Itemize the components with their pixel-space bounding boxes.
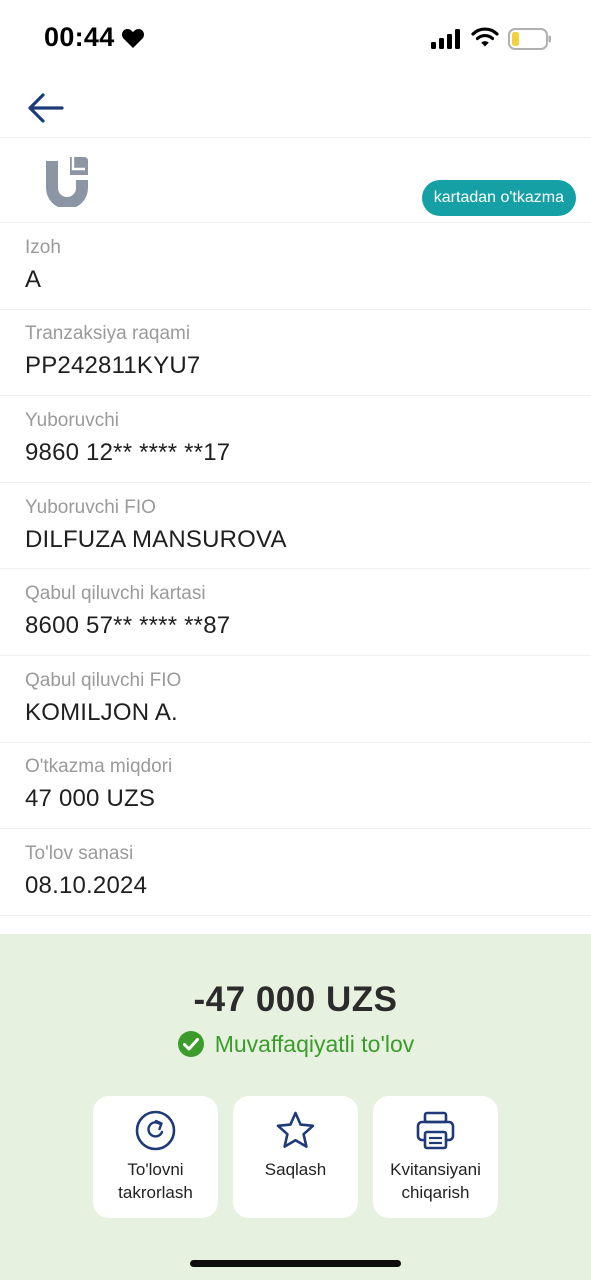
header — [0, 78, 591, 138]
wifi-icon — [471, 27, 499, 47]
detail-row-comment: Izoh A — [0, 223, 591, 310]
detail-row-sender-name: Yuboruvchi FIO DILFUZA MANSUROVA — [0, 483, 591, 570]
arrow-left-icon — [28, 93, 64, 123]
detail-row-receiver-name: Qabul qiluvchi FIO KOMILJON A. — [0, 656, 591, 743]
payment-status-text: Muvaffaqiyatli to'lov — [214, 1030, 415, 1057]
uzcard-logo-icon — [46, 157, 88, 207]
action-label: Kvitansiyani chiqarish — [390, 1160, 481, 1202]
printer-icon — [416, 1111, 455, 1150]
star-icon — [276, 1111, 315, 1148]
detail-label: O'tkazma miqdori — [25, 756, 173, 778]
battery-icon — [508, 28, 551, 50]
action-label: Saqlash — [264, 1160, 327, 1179]
detail-label: Yuboruvchi — [25, 409, 120, 431]
status-time-wrap: 00:44 — [44, 22, 145, 53]
detail-value: 9860 12** **** **17 — [25, 438, 231, 466]
heart-icon — [121, 28, 144, 48]
detail-label: To'lov sanasi — [25, 842, 134, 864]
print-receipt-button[interactable]: Kvitansiyani chiqarish — [373, 1096, 498, 1218]
detail-value: 08.10.2024 — [25, 871, 148, 899]
detail-value: KOMILJON A. — [25, 698, 178, 726]
detail-value: PP242811KYU7 — [25, 352, 201, 380]
check-circle-icon — [177, 1031, 204, 1057]
status-bar: 00:44 — [0, 0, 591, 78]
detail-value: A — [25, 265, 42, 293]
detail-label: Qabul qiluvchi FIO — [25, 669, 182, 691]
detail-row-transaction-id: Tranzaksiya raqami PP242811KYU7 — [0, 310, 591, 397]
detail-row-date: To'lov sanasi 08.10.2024 — [0, 829, 591, 916]
transfer-type-row: kartadan o'tkazma — [0, 139, 591, 223]
save-button[interactable]: Saqlash — [233, 1096, 358, 1218]
detail-row-sender-card: Yuboruvchi 9860 12** **** **17 — [0, 396, 591, 483]
actions-row: To'lovni takrorlash Saqlash Kvitansiyani… — [93, 1096, 499, 1218]
transfer-details-screen: 00:44 kartadan o'tkazma Izoh A Tranzaksi… — [0, 0, 591, 1280]
detail-label: Tranzaksiya raqami — [25, 323, 191, 345]
detail-label: Yuboruvchi FIO — [25, 496, 156, 518]
detail-value: DILFUZA MANSUROVA — [25, 525, 287, 553]
back-button[interactable] — [22, 84, 70, 132]
detail-row-receiver-card: Qabul qiluvchi kartasi 8600 57** **** **… — [0, 569, 591, 656]
repeat-payment-button[interactable]: To'lovni takrorlash — [93, 1096, 218, 1218]
detail-row-amount: O'tkazma miqdori 47 000 UZS — [0, 743, 591, 830]
action-label: To'lovni takrorlash — [118, 1160, 193, 1202]
detail-value: 47 000 UZS — [25, 785, 156, 813]
payment-summary: -47 000 UZS Muvaffaqiyatli to'lov To'lov… — [0, 934, 591, 1280]
detail-value: 8600 57** **** **87 — [25, 612, 231, 640]
home-indicator — [190, 1260, 401, 1267]
signal-icon — [431, 29, 460, 49]
detail-label: Izoh — [25, 236, 61, 258]
details-list: Izoh A Tranzaksiya raqami PP242811KYU7 Y… — [0, 223, 591, 916]
detail-label: Qabul qiluvchi kartasi — [25, 583, 206, 605]
status-time: 00:44 — [44, 22, 115, 52]
repeat-icon — [135, 1110, 176, 1151]
payment-status: Muvaffaqiyatli to'lov — [0, 1030, 591, 1058]
transfer-type-badge: kartadan o'tkazma — [421, 180, 576, 216]
summary-amount: -47 000 UZS — [193, 980, 398, 1019]
